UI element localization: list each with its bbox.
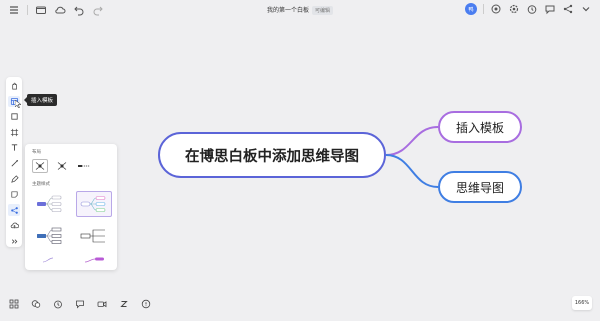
sleep-icon[interactable]	[118, 298, 130, 310]
connector-to-child-2	[385, 154, 439, 188]
mindmap-child-node[interactable]: 插入模板	[438, 111, 522, 143]
video-icon[interactable]	[96, 298, 108, 310]
help-icon[interactable]	[140, 298, 152, 310]
mindmap-root-node[interactable]: 在博思白板中添加思维导图	[158, 132, 386, 178]
layout-grid-icon[interactable]	[8, 298, 20, 310]
chat-icon[interactable]	[30, 298, 42, 310]
zoom-level[interactable]: 166%	[572, 296, 592, 310]
connector-to-child-1	[385, 126, 439, 156]
comment-icon[interactable]	[74, 298, 86, 310]
bottom-toolbar	[8, 298, 152, 310]
mindmap-child-node[interactable]: 思维导图	[438, 171, 522, 203]
clock-icon[interactable]	[52, 298, 64, 310]
